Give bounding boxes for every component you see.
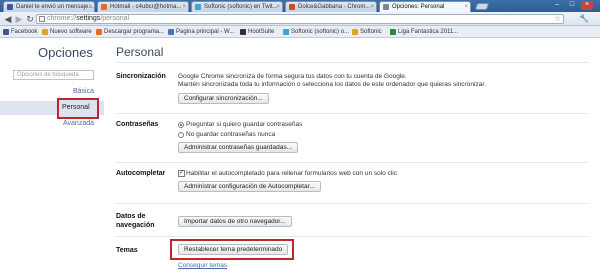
bookmark-item[interactable]: HootSuite bbox=[240, 28, 274, 36]
softonic-icon bbox=[352, 29, 358, 35]
browser-tab[interactable]: Dolce&Gabbana - Chrom... × bbox=[285, 1, 377, 12]
settings-favicon-icon bbox=[383, 4, 389, 10]
bookmarks-bar: Facebook Nuevo software Descargar progra… bbox=[0, 26, 600, 38]
bookmark-item[interactable]: Softonic (softonic) o... bbox=[283, 28, 349, 36]
divider bbox=[116, 113, 589, 114]
download-site-icon bbox=[96, 29, 102, 35]
section-label-themes: Temas bbox=[116, 247, 138, 254]
bookmark-star-icon[interactable]: ☆ bbox=[554, 15, 561, 23]
bookmark-label: Liga Fantastica 2011... bbox=[398, 29, 459, 35]
manage-passwords-button[interactable]: Administrar contraseñas guardadas... bbox=[178, 142, 299, 153]
tab-strip: Daniel te envió un mensaje... × Hotmail … bbox=[0, 0, 600, 12]
divider bbox=[116, 62, 589, 63]
hotmail-favicon-icon bbox=[101, 4, 107, 10]
close-tab-icon[interactable]: × bbox=[88, 2, 92, 12]
tab-label: Dolce&Gabbana - Chrom... bbox=[298, 4, 371, 10]
folder-icon bbox=[42, 29, 48, 35]
new-tab-button[interactable] bbox=[474, 3, 490, 10]
browser-tab[interactable]: Hotmail - c4ubcr@hotma... × bbox=[97, 1, 189, 12]
url-path: settings bbox=[76, 15, 101, 22]
bookmark-label: HootSuite bbox=[248, 29, 275, 35]
sidebar-item-basic[interactable]: Básica bbox=[73, 88, 94, 95]
divider bbox=[116, 236, 589, 237]
url-rest: /personal bbox=[100, 15, 130, 22]
option-label: Preguntar si quiero guardar contraseñas bbox=[186, 121, 303, 128]
bookmark-item[interactable]: Pagina principal - W... bbox=[168, 28, 234, 36]
page-icon bbox=[39, 16, 45, 22]
bookmark-item[interactable]: Nuevo software bbox=[42, 28, 92, 36]
soccer-icon bbox=[390, 29, 396, 35]
facebook-favicon-icon bbox=[7, 4, 13, 10]
forward-icon[interactable]: ▶ bbox=[14, 14, 24, 24]
tab-label: Opciones: Personal bbox=[392, 4, 445, 10]
radio-selected-icon[interactable] bbox=[178, 122, 184, 128]
close-tab-icon[interactable]: × bbox=[464, 2, 468, 12]
divider bbox=[116, 203, 589, 204]
sidebar-item-personal[interactable]: Personal bbox=[62, 104, 90, 111]
hootsuite-icon bbox=[240, 29, 246, 35]
settings-content: Personal Sincronización Google Chrome si… bbox=[104, 38, 600, 279]
ask-save-passwords-option[interactable]: Preguntar si quiero guardar contraseñas bbox=[178, 121, 302, 129]
twitter-favicon-icon bbox=[195, 4, 201, 10]
tab-label: Softonic (softonic) en Twit... bbox=[204, 4, 278, 10]
enable-autofill-option[interactable]: ✓ Habilitar el autocompletado para relle… bbox=[178, 170, 397, 178]
twitter-icon bbox=[283, 29, 289, 35]
sidebar-title: Opciones bbox=[38, 45, 93, 60]
address-bar[interactable]: chrome://settings/personal ☆ bbox=[36, 14, 564, 24]
bookmark-label: Descargar programa... bbox=[104, 29, 165, 35]
bookmark-item[interactable]: Descargar programa... bbox=[96, 28, 164, 36]
sync-description: Mantén sincronizada toda tu información … bbox=[178, 81, 486, 88]
chrome-theme-favicon-icon bbox=[289, 4, 295, 10]
close-tab-icon[interactable]: × bbox=[182, 2, 186, 12]
bookmark-label: Pagina principal - W... bbox=[176, 29, 235, 35]
section-label-autofill: Autocompletar bbox=[116, 170, 166, 177]
bookmark-label: Softonic bbox=[360, 29, 382, 35]
import-data-button[interactable]: Importar datos de otro navegador... bbox=[178, 216, 292, 227]
browser-tab[interactable]: Daniel te envió un mensaje... × bbox=[3, 1, 95, 12]
page-title: Personal bbox=[116, 45, 164, 59]
bookmark-label: Nuevo software bbox=[50, 29, 92, 35]
option-label: No guardar contraseñas nunca bbox=[186, 131, 276, 138]
radio-icon[interactable] bbox=[178, 132, 184, 138]
facebook-icon bbox=[3, 29, 9, 35]
maximize-icon[interactable]: □ bbox=[566, 1, 578, 10]
settings-page: Opciones Opciones de búsqueda Básica Per… bbox=[0, 38, 600, 279]
bookmark-item[interactable]: Facebook bbox=[3, 28, 37, 36]
url-scheme: chrome:// bbox=[47, 15, 77, 22]
close-window-icon[interactable]: × bbox=[581, 1, 593, 10]
section-label-browsing-data: Datos de navegación bbox=[116, 213, 155, 229]
configure-sync-button[interactable]: Configurar sincronización... bbox=[178, 93, 269, 104]
option-label: Habilitar el autocompletado para rellena… bbox=[186, 170, 397, 177]
bookmark-item[interactable]: Liga Fantastica 2011... bbox=[390, 28, 458, 36]
checkbox-checked-icon[interactable]: ✓ bbox=[178, 170, 185, 177]
bookmark-item[interactable]: Softonic bbox=[352, 28, 382, 36]
never-save-passwords-option[interactable]: No guardar contraseñas nunca bbox=[178, 131, 275, 139]
settings-sidebar: Opciones Opciones de búsqueda Básica Per… bbox=[0, 38, 104, 279]
section-label-sync: Sincronización bbox=[116, 73, 166, 80]
tab-label: Daniel te envió un mensaje... bbox=[16, 4, 94, 10]
browser-toolbar: ◀ ▶ ↻ chrome://settings/personal ☆ 🔧 bbox=[0, 12, 600, 26]
browser-tab[interactable]: Softonic (softonic) en Twit... × bbox=[191, 1, 283, 12]
bookmark-label: Facebook bbox=[11, 29, 38, 35]
close-tab-icon[interactable]: × bbox=[370, 2, 374, 12]
minimize-icon[interactable]: – bbox=[551, 1, 563, 10]
reset-theme-button[interactable]: Restablecer tema predeterminado bbox=[178, 244, 289, 255]
divider bbox=[116, 162, 589, 163]
wordpress-icon bbox=[168, 29, 174, 35]
search-input[interactable]: Opciones de búsqueda bbox=[13, 70, 94, 80]
back-icon[interactable]: ◀ bbox=[3, 14, 13, 24]
reload-icon[interactable]: ↻ bbox=[25, 14, 35, 24]
close-tab-icon[interactable]: × bbox=[276, 2, 280, 12]
section-label-passwords: Contraseñas bbox=[116, 121, 159, 128]
tab-label: Hotmail - c4ubcr@hotma... bbox=[110, 4, 182, 10]
manage-autofill-button[interactable]: Administrar configuración de Autocomplet… bbox=[178, 181, 321, 192]
bookmark-label: Softonic (softonic) o... bbox=[291, 29, 350, 35]
sidebar-item-advanced[interactable]: Avanzada bbox=[63, 120, 94, 127]
browser-tab-active[interactable]: Opciones: Personal × bbox=[379, 1, 471, 12]
get-themes-link[interactable]: Conseguir temas bbox=[178, 262, 227, 269]
wrench-menu-icon[interactable]: 🔧 bbox=[579, 14, 589, 24]
